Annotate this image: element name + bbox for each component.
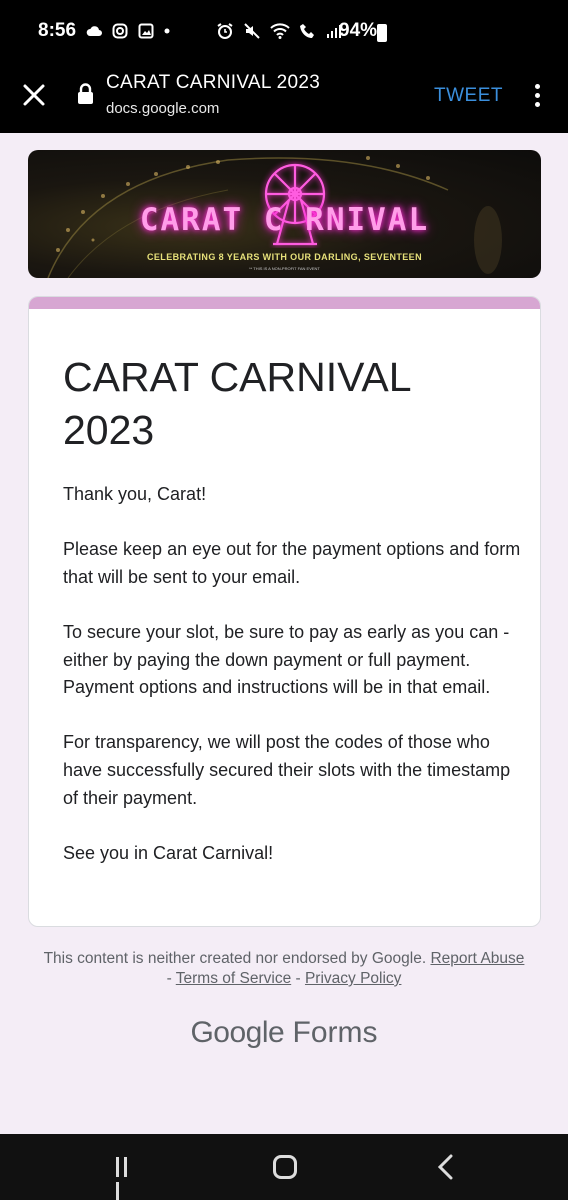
disclaimer-text: This content is neither created nor endo… — [43, 950, 427, 967]
recent-apps-icon[interactable] — [116, 1157, 138, 1200]
lock-icon — [78, 83, 93, 104]
wifi-icon — [270, 23, 290, 39]
browser-toolbar: CARAT CARNIVAL 2023 docs.google.com TWEE… — [0, 66, 568, 133]
battery-percent: 94% — [339, 20, 378, 41]
form-card: CARAT CARNIVAL 2023 Thank you, Carat! Pl… — [28, 296, 541, 927]
message-paragraph: Thank you, Carat! — [63, 484, 207, 504]
banner-title: CARAT C RNIVAL — [139, 202, 430, 238]
system-icons — [216, 22, 342, 40]
report-abuse-link[interactable]: Report Abuse — [430, 950, 524, 967]
mute-icon — [244, 23, 260, 39]
google-wordmark: Google — [190, 1016, 285, 1049]
wifi-call-icon — [300, 24, 314, 38]
more-options-icon[interactable] — [531, 84, 543, 110]
close-icon[interactable] — [22, 83, 46, 107]
gallery-icon — [138, 23, 154, 39]
card-accent-strip — [29, 297, 540, 309]
cloud-icon — [86, 26, 102, 36]
message-paragraph: To secure your slot, be sure to pay as e… — [63, 621, 510, 698]
footer-disclaimer: This content is neither created nor endo… — [40, 949, 528, 989]
separator: - — [291, 970, 305, 987]
google-forms-logo[interactable]: Google Forms — [0, 1016, 568, 1050]
alarm-icon — [217, 23, 233, 39]
banner-note: ** THIS IS A NON-PROFIT FAN EVENT — [249, 266, 320, 271]
message-paragraph: For transparency, we will post the codes… — [63, 732, 511, 808]
clock: 8:56 — [38, 20, 77, 41]
terms-link[interactable]: Terms of Service — [176, 970, 291, 987]
instagram-icon — [112, 23, 128, 39]
page-title: CARAT CARNIVAL 2023 — [106, 72, 321, 93]
dot-icon — [164, 28, 170, 34]
notification-icons — [86, 23, 170, 39]
header-banner: CARAT C RNIVAL CELEBRATING 8 YEARS WITH … — [28, 150, 541, 278]
banner-subtitle: CELEBRATING 8 YEARS WITH OUR DARLING, SE… — [147, 252, 422, 262]
privacy-link[interactable]: Privacy Policy — [305, 970, 401, 987]
status-bar: 8:56 94% — [0, 0, 568, 66]
page-url[interactable]: docs.google.com — [106, 100, 219, 117]
back-icon[interactable] — [434, 1154, 458, 1180]
home-icon[interactable] — [273, 1155, 297, 1179]
system-nav-bar — [0, 1134, 568, 1200]
battery-icon — [377, 24, 387, 42]
message-paragraph: Please keep an eye out for the payment o… — [63, 539, 521, 587]
separator: - — [166, 970, 176, 987]
forms-wordmark: Forms — [292, 1016, 378, 1049]
form-title: CARAT CARNIVAL 2023 — [63, 354, 411, 453]
tweet-button[interactable]: TWEET — [434, 85, 503, 107]
message-paragraph: See you in Carat Carnival! — [63, 842, 274, 863]
confirmation-message: Thank you, Carat! Please keep an eye out… — [63, 481, 523, 895]
